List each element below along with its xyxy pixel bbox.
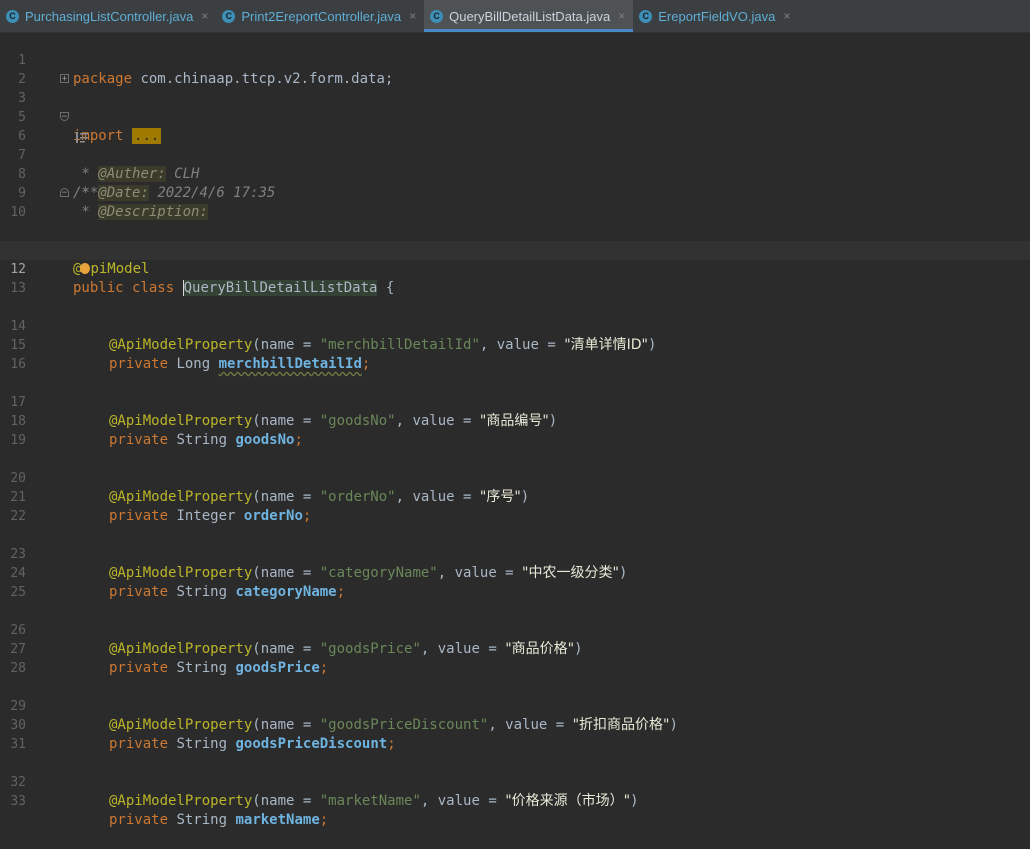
code-line[interactable]: 32 @ApiModelProperty(name = "marketName"… (0, 754, 1030, 809)
code-line[interactable]: 30 private String goodsPriceDiscount; (0, 697, 1030, 752)
keyword: class (132, 280, 175, 296)
code-line[interactable]: 13 (0, 260, 1030, 296)
code-line[interactable]: 33 private String marketName; (0, 773, 1030, 828)
field-name: orderNo (243, 508, 303, 524)
fold-collapse-icon[interactable]: − (60, 112, 69, 122)
type-name: Long (176, 356, 211, 372)
java-class-icon: C (222, 9, 236, 23)
code-line[interactable]: 1 package com.chinaap.ttcp.v2.form.data; (0, 32, 1030, 87)
field-name: goodsNo (235, 432, 295, 448)
code-line[interactable]: 5 (0, 89, 1030, 125)
keyword: private (109, 812, 169, 828)
type-name: String (176, 736, 228, 752)
code-line[interactable] (0, 792, 1030, 811)
type-name: Integer (176, 508, 236, 524)
brace: { (385, 280, 395, 296)
keyword: public (73, 280, 124, 296)
tab-label: PurchasingListController.java (25, 8, 194, 24)
code-line[interactable]: 21 private Integer orderNo; (0, 469, 1030, 524)
code-line[interactable]: 15 private Long merchbillDetailId; (0, 317, 1030, 372)
close-icon[interactable]: × (618, 9, 625, 23)
code-line[interactable]: 20 @ApiModelProperty(name = "orderNo", v… (0, 450, 1030, 505)
line-number: 13 (10, 281, 26, 296)
code-line[interactable]: 14 @ApiModelProperty(name = "merchbillDe… (0, 298, 1030, 353)
code-line[interactable]: 31 (0, 716, 1030, 752)
keyword: private (109, 432, 169, 448)
code-line[interactable]: 11 @piModel (0, 222, 1030, 277)
line-number: 19 (10, 433, 26, 448)
code-line[interactable]: 16 (0, 336, 1030, 372)
tab-label: Print2EreportController.java (241, 8, 402, 24)
java-class-icon: C (639, 9, 653, 23)
code-line[interactable]: 3 + import ... (0, 70, 1030, 144)
close-icon[interactable]: × (783, 9, 790, 23)
code-line[interactable]: 24 private String categoryName; (0, 545, 1030, 600)
code-editor[interactable]: 1 package com.chinaap.ttcp.v2.form.data;… (0, 32, 1030, 828)
code-line[interactable]: 18 private String goodsNo; (0, 393, 1030, 448)
close-icon[interactable]: × (409, 9, 416, 23)
type-name: String (176, 432, 228, 448)
class-name: QueryBillDetailListData (182, 280, 378, 296)
line-number: 31 (10, 737, 26, 752)
keyword: private (109, 356, 169, 372)
code-line[interactable]: 7 * @Auther: CLH (0, 127, 1030, 182)
type-name: String (176, 812, 228, 828)
tab-ereport-field-vo[interactable]: C EreportFieldVO.java × (633, 0, 798, 32)
tab-query-bill-detail-list-data[interactable]: C QueryBillDetailListData.java × (424, 0, 634, 32)
tab-purchasing-list-controller[interactable]: C PurchasingListController.java × (0, 0, 216, 32)
field-name: categoryName (235, 584, 337, 600)
code-line-current[interactable]: 12 public class QueryBillDetailListData … (0, 241, 1030, 296)
keyword: private (109, 508, 169, 524)
keyword: private (109, 660, 169, 676)
fold-end-icon[interactable]: − (60, 188, 69, 198)
close-icon[interactable]: × (201, 9, 208, 23)
type-name: String (176, 584, 228, 600)
code-line[interactable]: 26 @ApiModelProperty(name = "goodsPrice"… (0, 602, 1030, 657)
code-line[interactable]: 25 (0, 564, 1030, 600)
field-name: merchbillDetailId (218, 356, 362, 372)
line-number: 25 (10, 585, 26, 600)
tab-print2ereport-controller[interactable]: C Print2EreportController.java × (216, 0, 424, 32)
java-class-icon: C (430, 9, 444, 23)
editor-tab-bar: C PurchasingListController.java × C Prin… (0, 0, 1030, 33)
code-line[interactable]: 28 (0, 640, 1030, 676)
code-line[interactable]: 10 − */ (0, 184, 1030, 258)
type-name: String (176, 660, 228, 676)
code-line[interactable]: 19 (0, 412, 1030, 448)
field-name: goodsPrice (235, 660, 320, 676)
fold-expand-icon[interactable]: + (60, 74, 69, 84)
code-line[interactable]: 22 (0, 488, 1030, 524)
code-line[interactable]: 29 @ApiModelProperty(name = "goodsPriceD… (0, 678, 1030, 733)
code-line[interactable]: 2 (0, 51, 1030, 87)
tab-label: QueryBillDetailListData.java (449, 8, 611, 24)
code-line[interactable]: 6 − /** (0, 108, 1030, 201)
code-line[interactable]: 8 * @Date: 2022/4/6 17:35 (0, 146, 1030, 201)
tab-label: EreportFieldVO.java (658, 8, 776, 24)
line-number: 22 (10, 509, 26, 524)
line-number: 16 (10, 357, 26, 372)
field-name: goodsPriceDiscount (235, 736, 388, 752)
code-line[interactable]: 9 * @Description: (0, 165, 1030, 220)
line-number: 28 (10, 661, 26, 676)
code-line[interactable]: 17 @ApiModelProperty(name = "goodsNo", v… (0, 374, 1030, 429)
keyword: private (109, 736, 169, 752)
code-line[interactable]: 27 private String goodsPrice; (0, 621, 1030, 676)
line-number: 10 (10, 205, 26, 220)
doc-tag: @Description: (98, 204, 208, 220)
java-class-icon: C (6, 9, 19, 23)
field-name: marketName (235, 812, 320, 828)
keyword: private (109, 584, 169, 600)
code-line[interactable]: 23 @ApiModelProperty(name = "categoryNam… (0, 526, 1030, 581)
